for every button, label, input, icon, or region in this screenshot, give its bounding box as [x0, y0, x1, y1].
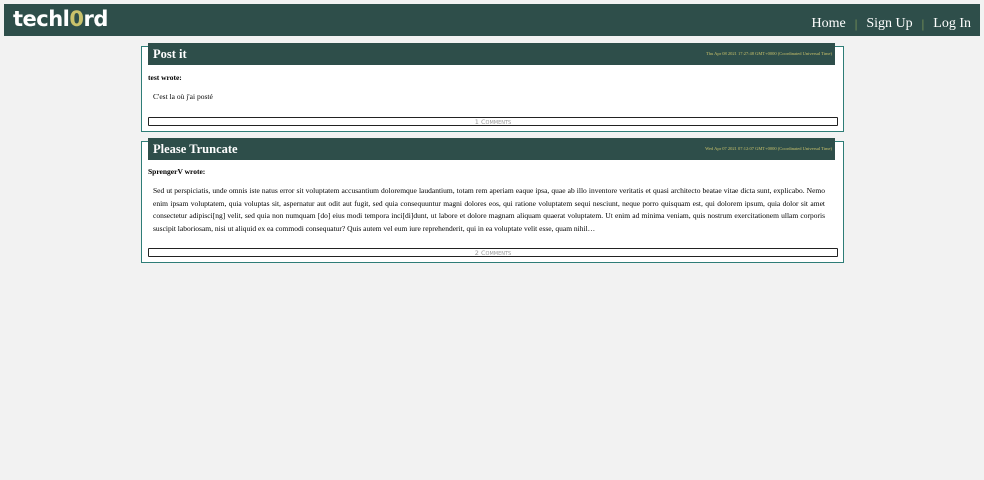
- top-navbar: techl0rd Home | Sign Up | Log In: [4, 4, 980, 36]
- post-author: test wrote:: [148, 73, 182, 82]
- nav-login-link[interactable]: Log In: [933, 16, 971, 32]
- post-header: Please Truncate Wed Apr 07 2021 07:12:07…: [148, 138, 835, 160]
- post-body: Sed ut perspiciatis, unde omnis iste nat…: [153, 186, 825, 233]
- post-card: Post it Thu Apr 08 2021 17:27:48 GMT+000…: [141, 43, 844, 132]
- nav-signup-link[interactable]: Sign Up: [866, 16, 912, 32]
- post-date: Thu Apr 08 2021 17:27:48 GMT+0000 (Coord…: [705, 51, 832, 56]
- main-nav: Home | Sign Up | Log In: [812, 16, 971, 32]
- post-card: Please Truncate Wed Apr 07 2021 07:12:07…: [141, 138, 844, 263]
- post-title[interactable]: Post it: [153, 46, 187, 62]
- site-logo[interactable]: techl0rd: [13, 7, 108, 31]
- logo-text-prefix: techl: [13, 7, 70, 31]
- nav-separator: |: [854, 16, 858, 31]
- post-title[interactable]: Please Truncate: [153, 141, 238, 157]
- comments-button[interactable]: 1 Comments: [148, 117, 838, 126]
- post-date: Wed Apr 07 2021 07:12:07 GMT+0000 (Coord…: [705, 146, 832, 151]
- post-author: SprengerV wrote:: [148, 167, 206, 176]
- logo-text-suffix: rd: [83, 7, 109, 31]
- logo-text-accent: 0: [69, 7, 84, 31]
- post-body: C'est la où j'ai posté: [153, 92, 213, 101]
- comments-button[interactable]: 2 Comments: [148, 248, 838, 257]
- nav-separator: |: [921, 16, 925, 31]
- post-header: Post it Thu Apr 08 2021 17:27:48 GMT+000…: [148, 43, 835, 65]
- nav-home-link[interactable]: Home: [812, 16, 846, 32]
